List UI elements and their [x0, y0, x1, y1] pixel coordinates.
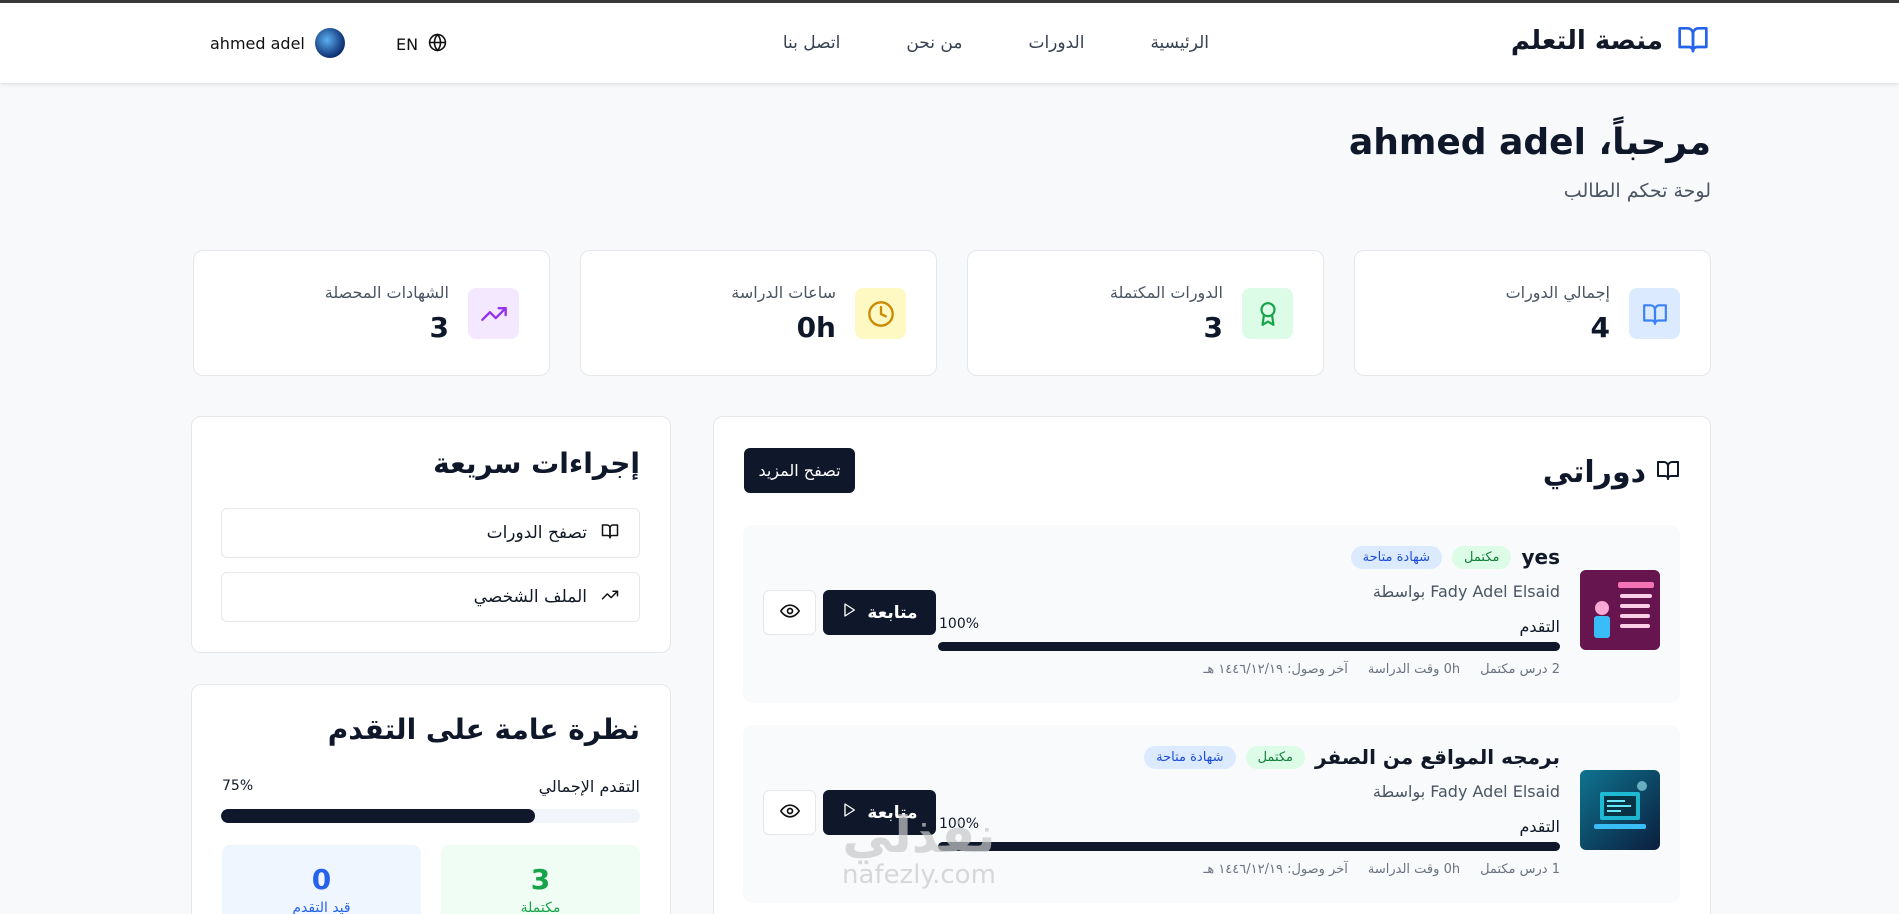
quick-actions-title: إجراءات سريعة — [433, 447, 640, 480]
certificate-badge: شهادة متاحة — [1144, 745, 1236, 769]
award-icon — [1242, 288, 1293, 339]
total-progress-fill — [221, 809, 536, 823]
nav-contact[interactable]: اتصل بنا — [783, 33, 841, 53]
certificate-badge: شهادة متاحة — [1350, 545, 1443, 569]
view-button[interactable] — [763, 790, 816, 835]
eye-icon — [779, 801, 800, 825]
progress-fill — [938, 842, 1560, 851]
my-courses-title-text: دوراتي — [1542, 455, 1646, 490]
logo-text: منصة التعلم — [1510, 26, 1663, 56]
follow-button[interactable]: متابعة — [823, 590, 936, 635]
course-header: yes مكتمل شهادة متاحة — [1350, 545, 1560, 569]
stat-value: 0h — [796, 311, 836, 344]
study-time: 0h وقت الدراسة — [1367, 662, 1461, 677]
progress-percent: 100% — [939, 616, 980, 632]
watermark-arabic: نفذلي — [842, 806, 996, 864]
overview-title: نظرة عامة على التقدم — [327, 713, 640, 746]
total-progress-percent: 75% — [222, 778, 254, 794]
lessons-completed: 2 درس مكتمل — [1480, 662, 1560, 677]
in-progress-label: قيد التقدم — [292, 900, 351, 914]
eye-icon — [779, 601, 800, 625]
user-menu[interactable]: ahmed adel — [210, 28, 345, 58]
course-meta: 2 درس مكتمل 0h وقت الدراسة آخر وصول: ١٤٤… — [1204, 662, 1560, 677]
watermark: نفذلي nafezly.com — [842, 810, 996, 890]
stat-card-certificates: الشهادات المحصلة 3 — [193, 250, 550, 376]
clock-icon — [855, 288, 906, 339]
completed-count-box: 3 مكتملة — [441, 845, 640, 914]
stat-card-total-courses: إجمالي الدورات 4 — [1354, 250, 1711, 376]
course-thumbnail[interactable] — [1580, 570, 1660, 650]
progress-bar — [938, 642, 1560, 651]
main-nav: الرئيسية الدورات من نحن اتصل بنا — [783, 33, 1209, 53]
course-header: برمجه المواقع من الصفر مكتمل شهادة متاحة — [1144, 745, 1560, 769]
completed-label: مكتملة — [520, 900, 561, 914]
nav-home[interactable]: الرئيسية — [1150, 33, 1209, 53]
stat-label: الدورات المكتملة — [1109, 283, 1223, 302]
welcome-subtitle: لوحة تحكم الطالب — [1563, 180, 1711, 202]
in-progress-count-box: 0 قيد التقدم — [222, 845, 421, 914]
stat-value: 3 — [429, 311, 449, 344]
follow-label: متابعة — [867, 602, 918, 623]
stat-label: ساعات الدراسة — [731, 283, 836, 302]
nav-about[interactable]: من نحن — [906, 33, 962, 53]
watermark-latin: nafezly.com — [842, 860, 996, 890]
course-instructor: بواسطة Fady Adel Elsaid — [1372, 782, 1560, 801]
nav-courses[interactable]: الدورات — [1028, 33, 1084, 53]
site-logo[interactable]: منصة التعلم — [1511, 23, 1711, 59]
browse-more-label: تصفح المزيد — [758, 461, 841, 480]
user-name: ahmed adel — [210, 33, 305, 53]
welcome-title: مرحباً، ahmed adel — [1348, 122, 1711, 163]
lessons-completed: 1 درس مكتمل — [1480, 862, 1560, 877]
browse-more-button[interactable]: تصفح المزيد — [744, 448, 855, 493]
completed-count: 3 — [530, 863, 551, 896]
stat-label: إجمالي الدورات — [1505, 283, 1610, 302]
book-open-icon — [601, 522, 619, 545]
book-open-icon — [1656, 455, 1680, 490]
top-navbar: منصة التعلم الرئيسية الدورات من نحن اتصل… — [0, 3, 1899, 83]
quick-actions-card: إجراءات سريعة تصفح الدورات الملف الشخصي — [191, 416, 671, 653]
progress-fill — [938, 642, 1560, 651]
stat-label: الشهادات المحصلة — [324, 283, 449, 302]
profile-label: الملف الشخصي — [473, 587, 587, 607]
progress-overview-card: نظرة عامة على التقدم التقدم الإجمالي 75%… — [191, 684, 671, 914]
trending-up-icon — [468, 288, 519, 339]
last-access: آخر وصول: ١٤٤٦/١٢/١٩ هـ — [1203, 862, 1348, 877]
progress-label: التقدم — [1519, 817, 1560, 836]
progress-bar — [938, 842, 1560, 851]
trending-up-icon — [601, 586, 619, 609]
my-courses-title: دوراتي — [1543, 455, 1680, 490]
avatar — [314, 28, 345, 58]
book-open-icon — [1629, 288, 1680, 339]
browse-courses-label: تصفح الدورات — [486, 523, 587, 543]
browse-courses-button[interactable]: تصفح الدورات — [221, 508, 640, 558]
in-progress-count: 0 — [311, 863, 332, 896]
stat-card-study-hours: ساعات الدراسة 0h — [580, 250, 937, 376]
course-title[interactable]: برمجه المواقع من الصفر — [1315, 745, 1560, 769]
play-icon — [841, 602, 857, 623]
progress-label: التقدم — [1519, 617, 1560, 636]
last-access: آخر وصول: ١٤٤٦/١٢/١٩ هـ — [1203, 662, 1348, 677]
course-item: yes مكتمل شهادة متاحة بواسطة Fady Adel E… — [743, 525, 1680, 703]
course-thumbnail[interactable] — [1580, 770, 1660, 850]
stat-card-completed-courses: الدورات المكتملة 3 — [967, 250, 1324, 376]
total-progress-label: التقدم الإجمالي — [538, 777, 640, 796]
status-badge: مكتمل — [1452, 545, 1512, 569]
book-open-icon — [1675, 23, 1711, 59]
language-switcher[interactable]: EN — [396, 33, 447, 56]
stat-value: 4 — [1590, 311, 1610, 344]
course-meta: 1 درس مكتمل 0h وقت الدراسة آخر وصول: ١٤٤… — [1204, 862, 1560, 877]
profile-button[interactable]: الملف الشخصي — [221, 572, 640, 622]
language-label: EN — [396, 35, 419, 54]
globe-icon — [428, 33, 447, 56]
course-instructor: بواسطة Fady Adel Elsaid — [1372, 582, 1560, 601]
course-title[interactable]: yes — [1521, 545, 1560, 569]
stat-value: 3 — [1203, 311, 1223, 344]
view-button[interactable] — [763, 590, 816, 635]
status-badge: مكتمل — [1245, 745, 1306, 769]
total-progress-bar — [221, 809, 640, 823]
study-time: 0h وقت الدراسة — [1367, 862, 1461, 877]
